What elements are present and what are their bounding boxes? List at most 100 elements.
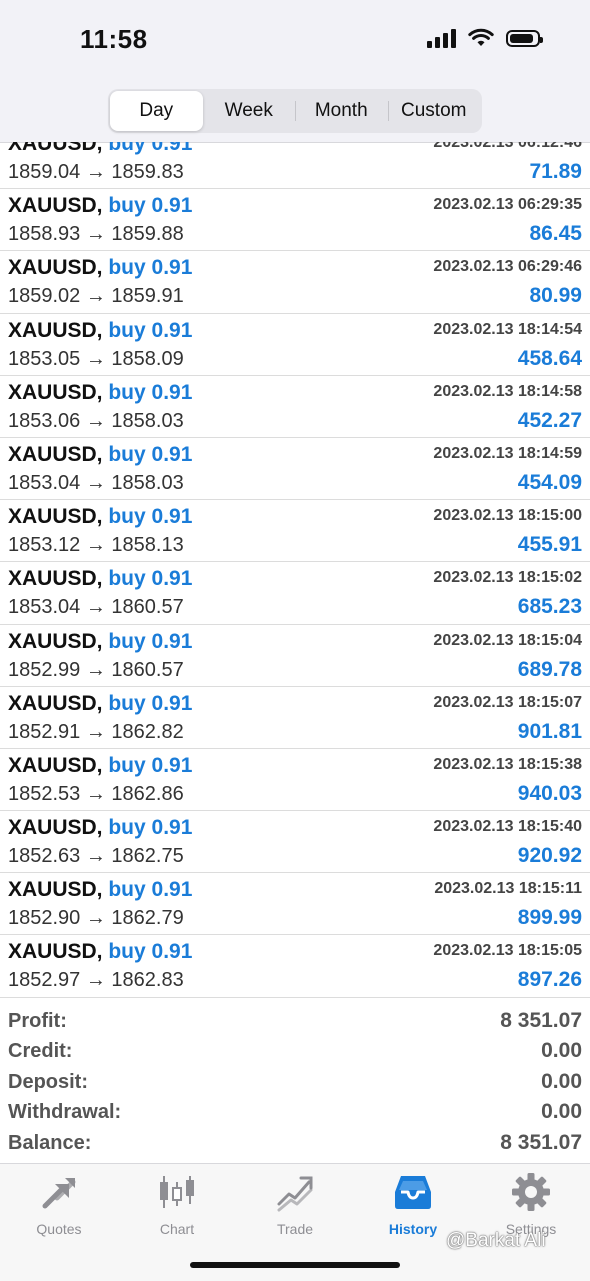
trade-datetime: 2023.02.13 18:14:54 bbox=[433, 320, 582, 338]
trade-profit: 897.26 bbox=[517, 968, 582, 992]
open-price: 1852.63 bbox=[8, 845, 81, 868]
close-price: 1859.91 bbox=[111, 285, 184, 308]
trade-symbol: XAUUSD, buy 0.91 bbox=[8, 816, 192, 840]
tab-quotes[interactable]: Quotes bbox=[0, 1172, 118, 1242]
close-price: 1860.57 bbox=[111, 596, 184, 619]
trade-row[interactable]: XAUUSD, buy 0.91 2023.02.13 18:15:05 1852.… bbox=[0, 935, 590, 998]
open-price: 1852.90 bbox=[8, 907, 81, 930]
trade-row[interactable]: XAUUSD, buy 0.91 2023.02.13 18:15:02 1853.… bbox=[0, 562, 590, 625]
open-price: 1858.93 bbox=[8, 223, 81, 246]
trade-symbol: XAUUSD, buy 0.91 bbox=[8, 381, 192, 405]
watermark: @Barkat Ali bbox=[446, 1230, 546, 1251]
trade-side: buy 0.91 bbox=[108, 691, 193, 715]
close-price: 1858.03 bbox=[111, 409, 184, 432]
cellular-signal-icon bbox=[427, 28, 456, 48]
segment-month[interactable]: Month bbox=[295, 91, 388, 131]
trade-profit: 80.99 bbox=[529, 284, 582, 308]
close-price: 1859.88 bbox=[111, 223, 184, 246]
arrow-right-icon: → bbox=[85, 223, 106, 246]
summary-value: 0.00 bbox=[541, 1039, 582, 1063]
tab-quotes-label: Quotes bbox=[36, 1221, 82, 1237]
summary-label: Withdrawal: bbox=[8, 1101, 122, 1124]
summary-label: Profit: bbox=[8, 1010, 67, 1032]
trade-row[interactable]: XAUUSD, buy 0.91 2023.02.13 18:15:38 1852.… bbox=[0, 749, 590, 812]
trade-row[interactable]: XAUUSD, buy 0.91 2023.02.13 06:29:35 1858.… bbox=[0, 189, 590, 252]
trade-row[interactable]: XAUUSD, buy 0.91 2023.02.13 18:15:40 1852.… bbox=[0, 811, 590, 874]
trade-datetime: 2023.02.13 18:15:07 bbox=[433, 693, 582, 711]
trade-row[interactable]: XAUUSD, buy 0.91 2023.02.13 18:14:58 1853.… bbox=[0, 376, 590, 438]
symbol-text: XAUUSD, bbox=[8, 691, 103, 715]
segment-week[interactable]: Week bbox=[203, 91, 296, 131]
trade-datetime: 2023.02.13 18:15:40 bbox=[433, 818, 582, 836]
arrow-right-icon: → bbox=[85, 782, 106, 805]
trade-profit: 455.91 bbox=[517, 533, 582, 557]
trade-datetime: 2023.02.13 18:15:02 bbox=[433, 569, 582, 587]
arrow-right-icon: → bbox=[85, 161, 106, 183]
close-price: 1858.03 bbox=[111, 471, 184, 494]
open-price: 1852.53 bbox=[8, 782, 81, 805]
trade-symbol: XAUUSD, buy 0.91 bbox=[8, 194, 192, 218]
tab-history-label: History bbox=[388, 1221, 438, 1237]
trade-symbol: XAUUSD, buy 0.91 bbox=[8, 256, 192, 280]
summary-value: 8 351.07 bbox=[500, 1130, 582, 1154]
trade-profit: 901.81 bbox=[517, 719, 582, 743]
trade-prices: 1859.02 → 1859.91 bbox=[8, 285, 184, 308]
trade-symbol: XAUUSD, buy 0.91 bbox=[8, 630, 192, 654]
trade-side: buy 0.91 bbox=[108, 380, 193, 404]
trade-profit: 454.09 bbox=[517, 470, 582, 494]
symbol-text: XAUUSD, bbox=[8, 940, 103, 964]
arrow-right-icon: → bbox=[85, 534, 106, 557]
trade-prices: 1852.97 → 1862.83 bbox=[8, 969, 184, 992]
trade-profit: 86.45 bbox=[529, 222, 582, 246]
trade-row[interactable]: XAUUSD, buy 0.91 2023.02.13 18:15:04 1852.… bbox=[0, 625, 590, 687]
segment-custom[interactable]: Custom bbox=[387, 91, 481, 131]
trade-datetime: 2023.02.13 06:12:46 bbox=[433, 142, 582, 151]
summary-value: 8 351.07 bbox=[500, 1009, 582, 1032]
trade-profit: 920.92 bbox=[517, 844, 582, 868]
trade-row[interactable]: XAUUSD, buy 0.91 2023.02.13 06:29:46 1859.… bbox=[0, 251, 590, 314]
trade-history-list[interactable]: XAUUSD, buy 0.91 2023.02.13 06:12:46 1859.… bbox=[0, 142, 590, 999]
trade-trend-icon bbox=[275, 1172, 315, 1212]
summary-value: 0.00 bbox=[541, 1100, 582, 1124]
trade-row[interactable]: XAUUSD, buy 0.91 2023.02.13 18:14:59 1853.… bbox=[0, 438, 590, 501]
trade-symbol: XAUUSD, buy 0.91 bbox=[8, 754, 192, 778]
trade-row[interactable]: XAUUSD, buy 0.91 2023.02.13 18:15:11 1852.… bbox=[0, 873, 590, 936]
arrow-right-icon: → bbox=[85, 658, 106, 681]
open-price: 1853.12 bbox=[8, 534, 81, 557]
trade-profit: 689.78 bbox=[517, 657, 582, 681]
open-price: 1852.97 bbox=[8, 969, 81, 992]
arrow-right-icon: → bbox=[85, 409, 106, 432]
trade-prices: 1852.53 → 1862.86 bbox=[8, 783, 184, 806]
symbol-text: XAUUSD, bbox=[8, 567, 103, 591]
candlestick-icon bbox=[157, 1172, 197, 1212]
trade-datetime: 2023.02.13 18:14:59 bbox=[433, 444, 582, 462]
trade-prices: 1853.06 → 1858.03 bbox=[8, 410, 184, 433]
trade-datetime: 2023.02.13 18:15:04 bbox=[433, 631, 582, 649]
trade-row[interactable]: XAUUSD, buy 0.91 2023.02.13 06:12:46 1859.… bbox=[0, 142, 590, 190]
open-price: 1859.04 bbox=[8, 161, 81, 183]
close-price: 1858.09 bbox=[111, 347, 184, 370]
symbol-text: XAUUSD, bbox=[8, 753, 103, 777]
close-price: 1862.79 bbox=[111, 907, 184, 930]
trade-symbol: XAUUSD, buy 0.91 bbox=[8, 940, 192, 964]
trade-row[interactable]: XAUUSD, buy 0.91 2023.02.13 18:14:54 1853.… bbox=[0, 314, 590, 376]
trade-prices: 1852.63 → 1862.75 bbox=[8, 845, 184, 868]
symbol-text: XAUUSD, bbox=[8, 878, 103, 902]
open-price: 1853.04 bbox=[8, 471, 81, 494]
trade-row[interactable]: XAUUSD, buy 0.91 2023.02.13 18:15:07 1852.… bbox=[0, 687, 590, 749]
trade-side: buy 0.91 bbox=[108, 816, 193, 840]
trade-prices: 1859.04 → 1859.83 bbox=[8, 161, 184, 184]
trade-side: buy 0.91 bbox=[108, 442, 193, 466]
close-price: 1862.83 bbox=[111, 969, 184, 992]
trade-row[interactable]: XAUUSD, buy 0.91 2023.02.13 18:15:00 1853.… bbox=[0, 500, 590, 563]
trade-side: buy 0.91 bbox=[108, 753, 193, 777]
segment-day[interactable]: Day bbox=[110, 91, 203, 131]
close-price: 1858.13 bbox=[111, 534, 184, 557]
tab-chart[interactable]: Chart bbox=[118, 1172, 236, 1242]
tab-trade[interactable]: Trade bbox=[236, 1172, 354, 1242]
status-bar: 11:58 bbox=[0, 0, 590, 80]
summary-label: Balance: bbox=[8, 1131, 92, 1154]
trade-datetime: 2023.02.13 18:15:38 bbox=[433, 755, 582, 773]
trade-symbol: XAUUSD, buy 0.91 bbox=[8, 443, 192, 467]
home-indicator[interactable] bbox=[190, 1262, 400, 1268]
